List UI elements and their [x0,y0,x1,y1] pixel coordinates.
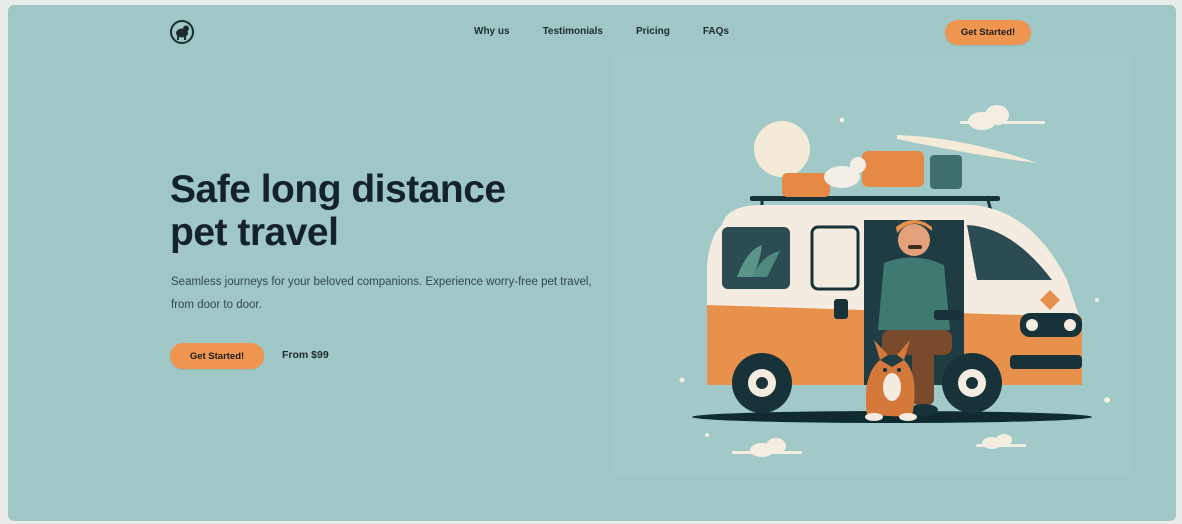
price-label: From $99 [282,349,329,361]
page-frame: Why us Testimonials Pricing FAQs Get Sta… [8,5,1176,521]
nav-link-faqs[interactable]: FAQs [703,26,729,37]
nav-link-pricing[interactable]: Pricing [636,26,670,37]
van-traveler-with-dog-illustration [612,55,1132,475]
hero-get-started-button[interactable]: Get Started! [170,343,264,369]
dog-icon[interactable] [169,19,195,45]
nav-links: Why us Testimonials Pricing FAQs [474,26,729,37]
nav-link-testimonials[interactable]: Testimonials [543,26,603,37]
top-nav: Why us Testimonials Pricing FAQs Get Sta… [8,5,1176,59]
nav-link-why-us[interactable]: Why us [474,26,510,37]
hero-subtitle: Seamless journeys for your beloved compa… [171,276,592,311]
hero-title-line-1: Safe long distance [170,168,506,211]
hero-title-line-2: pet travel [170,211,339,254]
hero-title: Safe long distance pet travel [170,168,590,254]
nav-get-started-button[interactable]: Get Started! [945,20,1031,45]
